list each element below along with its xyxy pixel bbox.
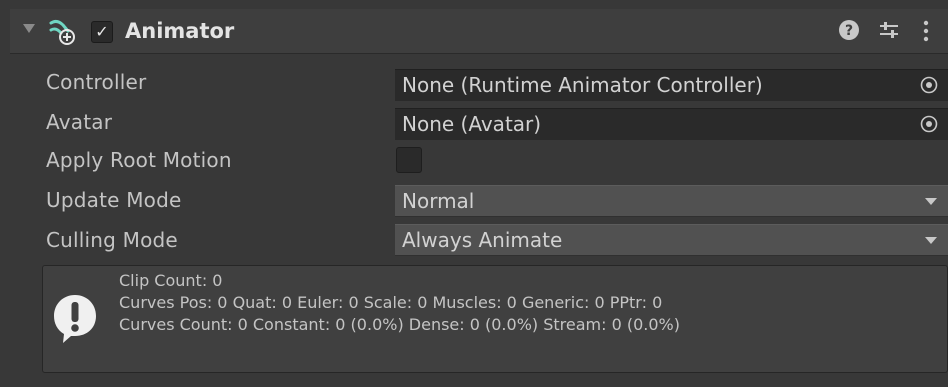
update-mode-label: Update Mode xyxy=(46,188,182,212)
svg-text:?: ? xyxy=(845,23,853,39)
object-picker-icon[interactable] xyxy=(920,76,938,94)
apply-root-motion-checkbox[interactable] xyxy=(396,147,422,173)
animator-component-icon xyxy=(49,19,75,45)
avatar-field[interactable]: None (Avatar) xyxy=(395,108,948,140)
dropdown-arrow-icon xyxy=(925,237,937,244)
curves-count-text: Curves Count: 0 Constant: 0 (0.0%) Dense… xyxy=(119,315,680,334)
avatar-label: Avatar xyxy=(46,110,113,134)
update-mode-dropdown[interactable]: Normal xyxy=(395,185,948,217)
update-mode-value: Normal xyxy=(402,189,475,213)
exclamation-speech-icon xyxy=(54,295,96,343)
culling-mode-value: Always Animate xyxy=(402,228,563,252)
object-picker-icon[interactable] xyxy=(920,115,938,133)
component-title: Animator xyxy=(125,19,235,43)
foldout-triangle-icon[interactable] xyxy=(23,24,35,33)
kebab-menu-icon[interactable] xyxy=(916,19,936,43)
curves-pos-text: Curves Pos: 0 Quat: 0 Euler: 0 Scale: 0 … xyxy=(119,293,663,312)
apply-root-motion-label: Apply Root Motion xyxy=(46,148,232,172)
culling-mode-label: Culling Mode xyxy=(46,228,178,252)
presets-icon[interactable] xyxy=(878,19,900,41)
culling-mode-dropdown[interactable]: Always Animate xyxy=(395,224,948,256)
controller-label: Controller xyxy=(46,70,147,94)
help-icon[interactable]: ? xyxy=(838,19,860,41)
controller-value: None (Runtime Animator Controller) xyxy=(402,73,763,97)
component-enabled-checkbox[interactable]: ✓ xyxy=(91,21,113,43)
info-helpbox: Clip Count: 0 Curves Pos: 0 Quat: 0 Eule… xyxy=(42,265,948,373)
avatar-value: None (Avatar) xyxy=(402,112,542,136)
controller-field[interactable]: None (Runtime Animator Controller) xyxy=(395,69,948,101)
clip-count-text: Clip Count: 0 xyxy=(119,271,223,290)
dropdown-arrow-icon xyxy=(925,198,937,205)
component-header[interactable]: ✓ Animator ? xyxy=(10,9,948,54)
